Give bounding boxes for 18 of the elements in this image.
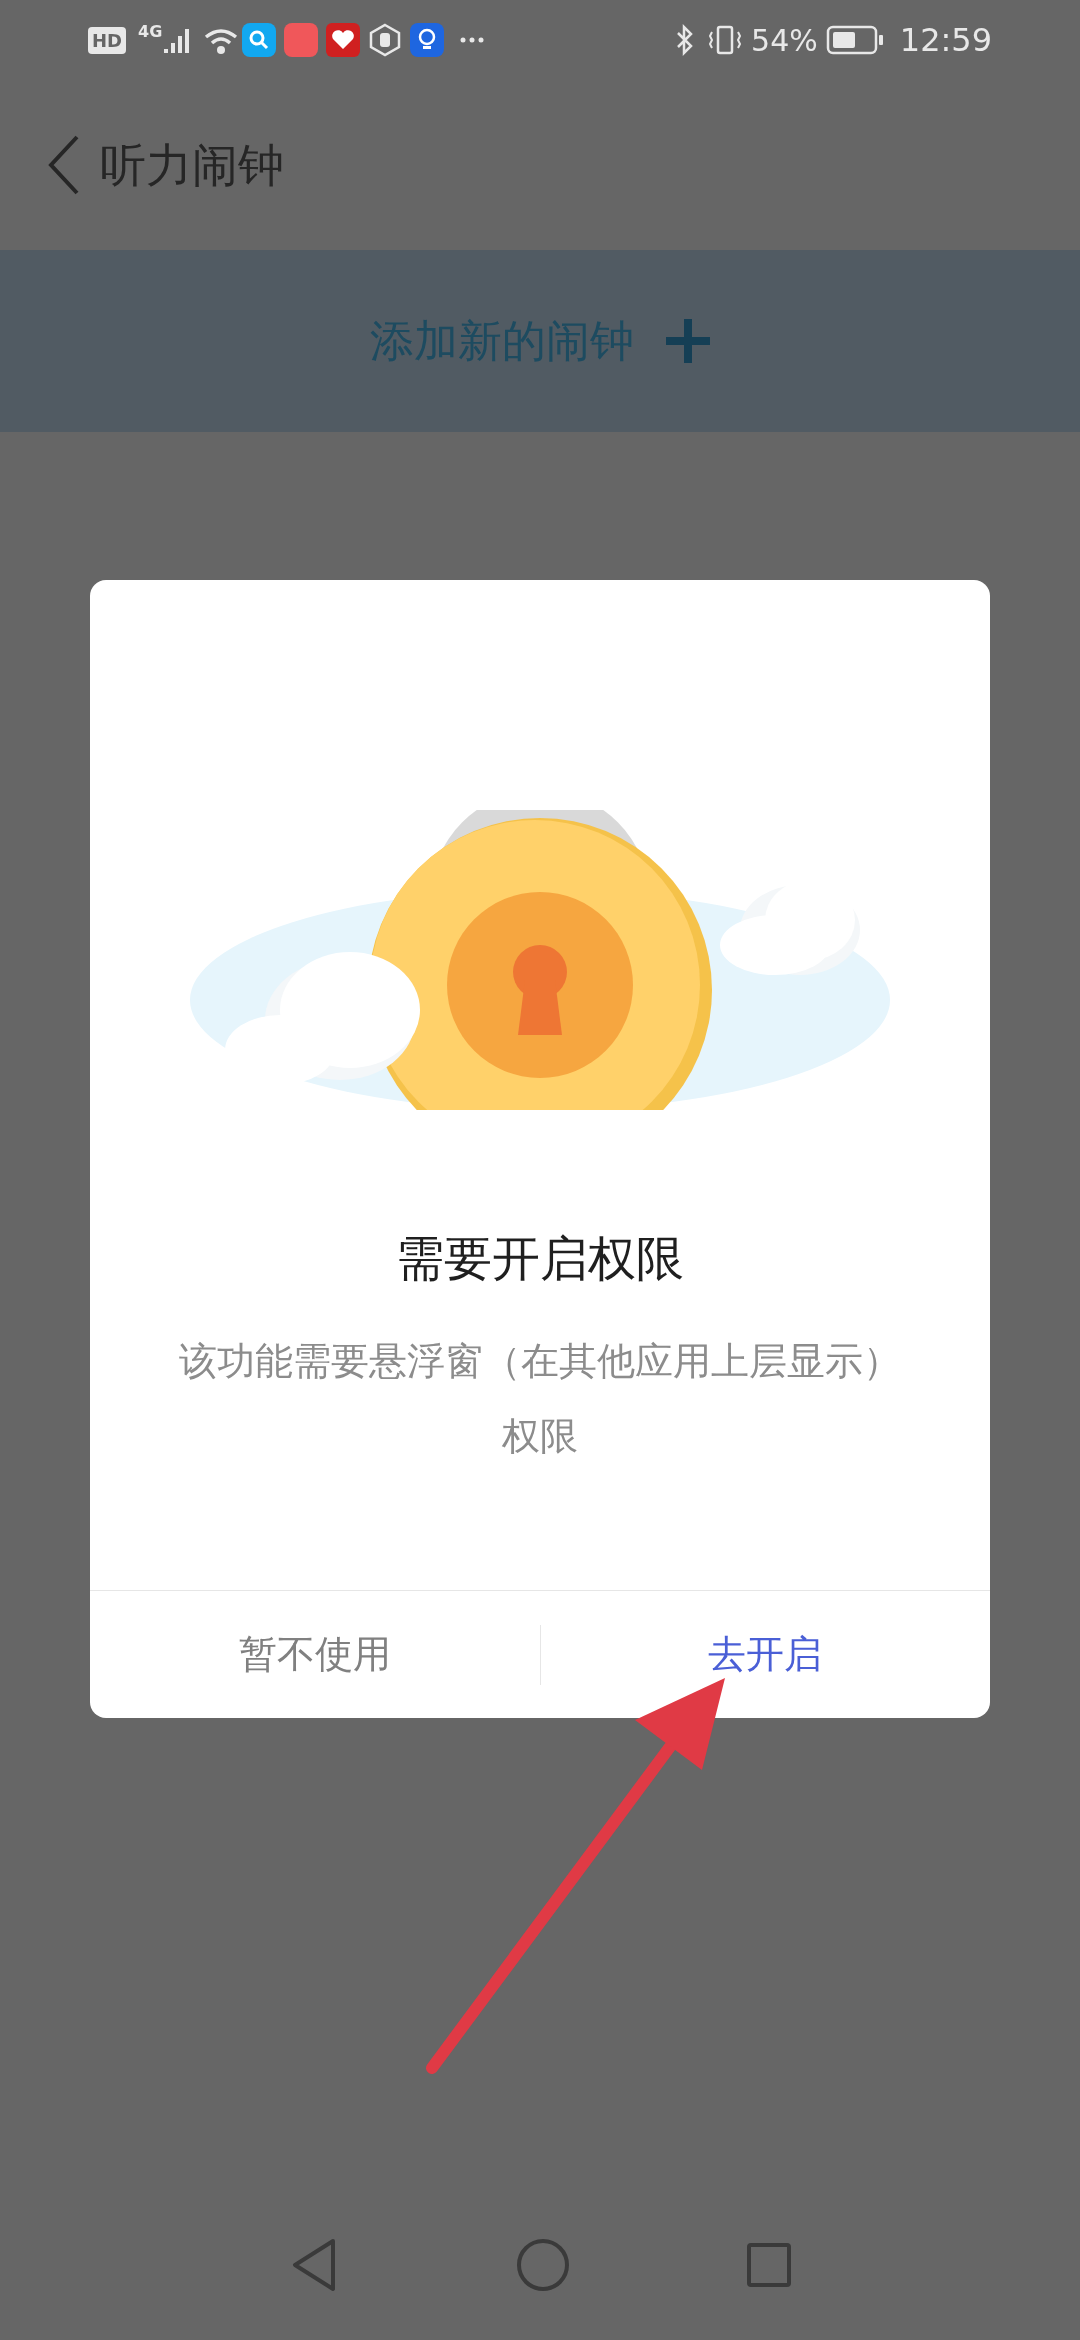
- home-nav-button[interactable]: [517, 2239, 569, 2291]
- hd-indicator: HD: [88, 26, 126, 54]
- search-app-icon: [242, 23, 277, 57]
- plus-icon: [666, 319, 710, 363]
- clock: 12:59: [899, 20, 992, 61]
- enable-button[interactable]: 去开启: [540, 1591, 990, 1718]
- dialog-title: 需要开启权限: [396, 1229, 684, 1288]
- dialog-message: 该功能需要悬浮窗（在其他应用上层显示）权限: [178, 1338, 902, 1460]
- bulb-app-icon: [410, 23, 445, 57]
- more-icon: [460, 37, 485, 43]
- battery-icon: [825, 24, 884, 56]
- page-title: 听力闹钟: [100, 136, 284, 194]
- battery-percent: 54%: [751, 21, 818, 60]
- cancel-button[interactable]: 暂不使用: [90, 1591, 540, 1718]
- heart-app-icon: [326, 23, 361, 57]
- vibrate-icon: [707, 24, 744, 56]
- recents-nav-button[interactable]: [747, 2243, 791, 2287]
- network-type: 4G: [138, 21, 163, 43]
